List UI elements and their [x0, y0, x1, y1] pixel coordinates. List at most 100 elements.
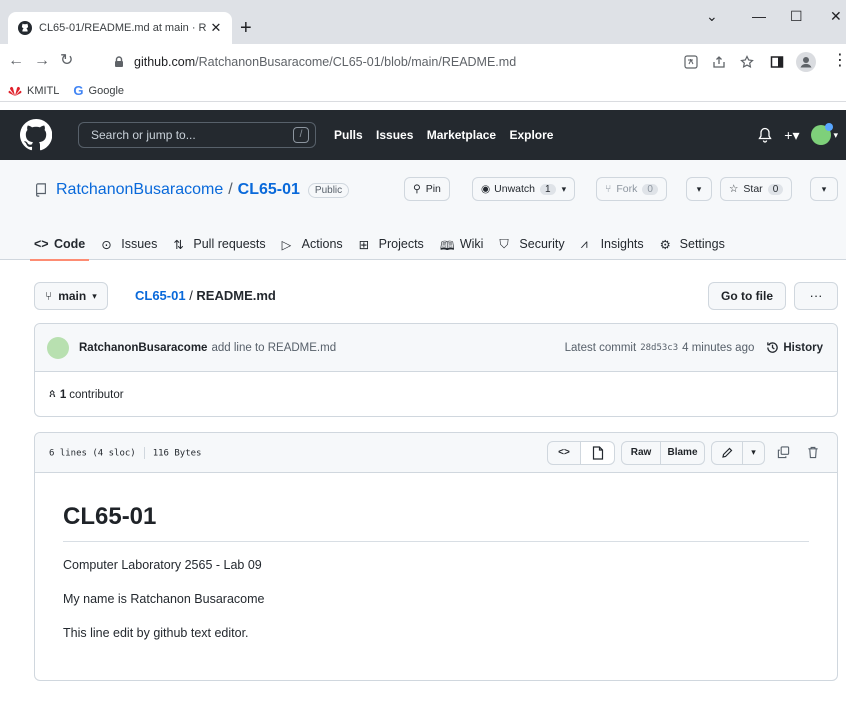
people-icon: ጰ	[49, 388, 56, 400]
url-host: github.com	[134, 55, 196, 69]
google-icon: G	[73, 83, 84, 98]
avatar	[811, 123, 834, 145]
star-dropdown-button[interactable]: ▾	[810, 177, 838, 201]
share-icon[interactable]	[712, 55, 726, 69]
lock-icon	[115, 56, 123, 67]
file-size: 116 Bytes	[152, 448, 202, 458]
unwatch-label: Unwatch	[494, 183, 536, 195]
close-window-icon[interactable]: ✕	[830, 8, 842, 25]
commit-message-link[interactable]: add line to README.md	[211, 342, 336, 354]
fork-dropdown-button[interactable]: ▾	[686, 177, 712, 201]
readme-paragraph: Computer Laboratory 2565 - Lab 09	[63, 558, 262, 572]
go-to-file-button[interactable]: Go to file	[708, 282, 786, 310]
bookmark-kmitl-label: KMITL	[27, 84, 60, 97]
avatar[interactable]	[47, 336, 69, 359]
rendered-view-button[interactable]	[581, 440, 615, 465]
reload-icon[interactable]: ↻	[60, 52, 73, 70]
tab-projects[interactable]: ⊞ Projects	[359, 228, 424, 260]
readme-content: CL65-01 Computer Laboratory 2565 - Lab 0…	[35, 473, 837, 640]
huawei-icon	[8, 86, 22, 96]
source-view-button[interactable]: <>	[547, 440, 581, 465]
new-tab-button[interactable]: +	[240, 18, 252, 38]
nav-pulls[interactable]: Pulls	[334, 128, 363, 142]
readme-paragraph: This line edit by github text editor.	[63, 626, 249, 640]
close-tab-icon[interactable]: ✕	[208, 20, 224, 36]
tab-search-icon[interactable]: ⌄	[706, 8, 718, 25]
browser-tabstrip: CL65-01/README.md at main · R ✕ + ⌄ — ☐ …	[0, 0, 846, 44]
star-bookmark-icon[interactable]	[740, 55, 754, 69]
repo-name-link[interactable]: CL65-01	[238, 181, 300, 199]
minimize-icon[interactable]: —	[752, 8, 766, 24]
repo-tabs: <> Code ⊙ Issues ⇅ Pull requests ▷ Actions ⊞…	[29, 228, 741, 261]
repo-owner-link[interactable]: RatchanonBusaracome	[56, 181, 223, 199]
repo-icon	[36, 183, 46, 197]
breadcrumb-separator: /	[185, 288, 197, 303]
pin-button[interactable]: ⚲ Pin	[404, 177, 450, 201]
contributors-label[interactable]: contributor	[69, 389, 123, 401]
repo-header: RatchanonBusaracome / CL65-01 Public ⚲ P…	[0, 160, 846, 261]
history-link[interactable]: History	[766, 341, 823, 354]
notifications-bell-icon[interactable]	[758, 127, 772, 143]
tab-settings[interactable]: ⚙ Settings	[660, 228, 725, 260]
file-viewer: 6 lines (4 sloc) 116 Bytes <> Raw Blame ▾…	[34, 432, 838, 681]
breadcrumb-repo-link[interactable]: CL65-01	[135, 288, 186, 303]
tab-security[interactable]: ⛉ Security	[499, 228, 564, 260]
create-new-dropdown[interactable]: +▾	[784, 127, 799, 144]
github-search-input[interactable]	[91, 128, 271, 142]
table-icon: ⊞	[358, 238, 370, 252]
tab-actions[interactable]: ▷ Actions	[282, 228, 343, 260]
chevron-down-icon: ▾	[821, 183, 827, 194]
tab-security-label: Security	[519, 237, 565, 251]
commit-meta: Latest commit 28d53c3 4 minutes ago Hist…	[565, 341, 823, 354]
repo-title: RatchanonBusaracome / CL65-01 Public	[34, 181, 350, 199]
code-icon: <>	[558, 447, 570, 458]
breadcrumb: CL65-01 / README.md	[135, 288, 276, 303]
star-icon: ☆	[729, 183, 739, 195]
side-panel-icon[interactable]	[770, 55, 784, 69]
tab-issues[interactable]: ⊙ Issues	[101, 228, 157, 260]
edit-dropdown-button[interactable]: ▾	[743, 440, 765, 465]
commit-time: 4 minutes ago	[682, 341, 755, 354]
user-menu[interactable]: ▾	[811, 123, 838, 145]
contributors-count[interactable]: 1	[60, 389, 66, 401]
star-button[interactable]: ☆ Star 0	[720, 177, 793, 201]
tab-pull-requests[interactable]: ⇅ Pull requests	[173, 228, 265, 260]
browser-tab[interactable]: CL65-01/README.md at main · R ✕	[8, 12, 232, 44]
back-icon[interactable]: ←	[8, 52, 24, 70]
blame-button[interactable]: Blame	[661, 440, 705, 465]
tab-code[interactable]: <> Code	[29, 228, 90, 261]
commit-author-link[interactable]: RatchanonBusaracome	[79, 342, 207, 354]
edit-button[interactable]	[711, 440, 743, 465]
file-lines-info: 6 lines (4 sloc)	[49, 448, 136, 458]
divider	[143, 446, 145, 459]
profile-icon[interactable]	[796, 52, 816, 72]
play-icon: ▷	[281, 238, 292, 252]
fork-label: Fork	[616, 183, 638, 195]
tab-wiki[interactable]: 🕮 Wiki	[440, 228, 484, 260]
more-options-button[interactable]: ···	[794, 282, 838, 310]
commit-sha-link[interactable]: 28d53c3	[640, 343, 678, 353]
github-logo-icon[interactable]	[20, 119, 52, 151]
unwatch-button[interactable]: ◉ Unwatch 1 ▾	[472, 177, 576, 201]
gear-icon: ⚙	[659, 238, 671, 252]
browser-menu-icon[interactable]: ⋮	[832, 52, 846, 70]
branch-selector[interactable]: ⑂ main ▾	[34, 282, 108, 310]
nav-explore[interactable]: Explore	[509, 128, 553, 142]
forward-icon[interactable]: →	[34, 52, 50, 70]
bookmark-kmitl[interactable]: KMITL	[8, 85, 59, 97]
github-search[interactable]: /	[78, 122, 316, 148]
bookmark-google[interactable]: G Google	[73, 83, 124, 98]
nav-issues[interactable]: Issues	[376, 128, 413, 142]
tab-insights[interactable]: ⩘ Insights	[581, 228, 644, 260]
nav-marketplace[interactable]: Marketplace	[427, 128, 496, 142]
issue-icon: ⊙	[101, 238, 112, 252]
copy-button[interactable]	[771, 441, 795, 465]
fork-button[interactable]: ⑂ Fork 0	[596, 177, 667, 201]
maximize-icon[interactable]: ☐	[790, 8, 803, 25]
address-bar[interactable]: github.com/RatchanonBusaracome/CL65-01/b…	[112, 50, 652, 74]
delete-button[interactable]	[801, 441, 825, 465]
chevron-down-icon: ▾	[696, 183, 702, 194]
translate-icon[interactable]	[684, 55, 698, 69]
fork-icon: ⑂	[605, 183, 612, 195]
raw-button[interactable]: Raw	[621, 440, 661, 465]
